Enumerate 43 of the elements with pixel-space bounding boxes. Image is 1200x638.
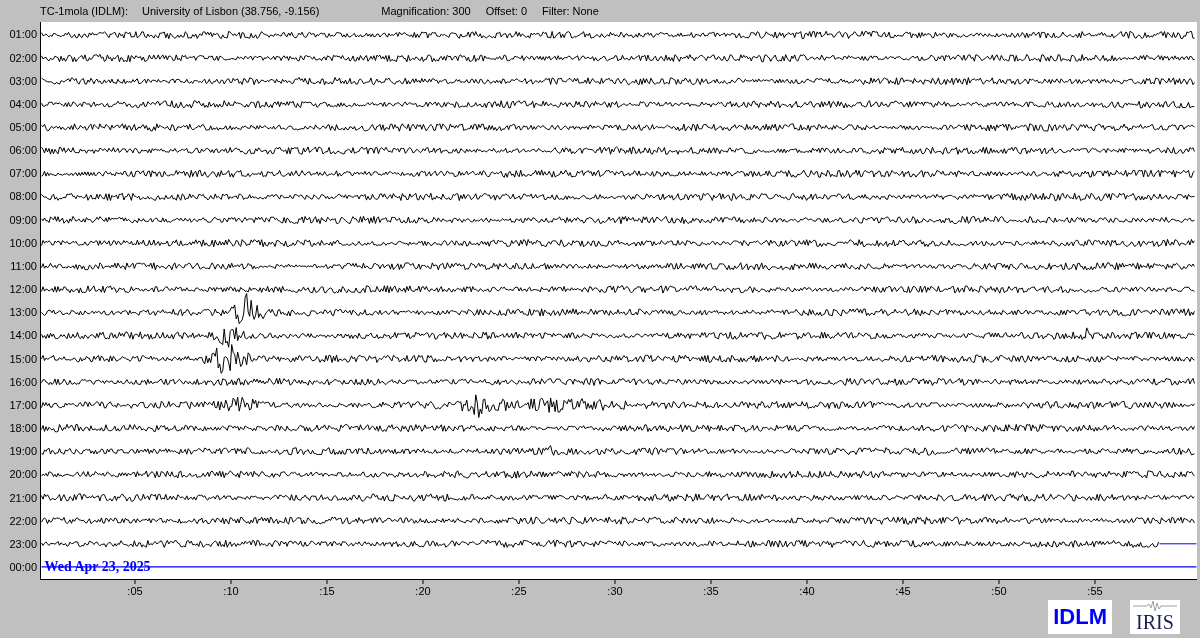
hour-label: 16:00 xyxy=(8,374,38,390)
iris-logo: IRIS xyxy=(1130,600,1180,634)
tick-label: :15 xyxy=(319,585,335,597)
station-label: TC-1mola (IDLM): xyxy=(40,5,128,17)
magnification-label: Magnification: 300 xyxy=(381,5,471,17)
hour-label: 11:00 xyxy=(9,258,38,274)
location-label: University of Lisbon (38.756, -9.156) xyxy=(142,5,320,17)
hour-label: 19:00 xyxy=(8,444,38,460)
hour-label: 12:00 xyxy=(8,282,38,298)
hour-label: 00:00 xyxy=(8,560,38,575)
offset-label: Offset: 0 xyxy=(485,5,527,17)
tick-label: :50 xyxy=(991,585,1007,597)
hour-label: 01:00 xyxy=(8,27,38,43)
tick-label: :40 xyxy=(799,585,815,597)
tick-label: :10 xyxy=(223,585,239,597)
hour-label: 13:00 xyxy=(8,305,38,321)
tick-label: :55 xyxy=(1087,585,1103,597)
hour-label: 20:00 xyxy=(8,467,38,483)
filter-label: Filter: None xyxy=(542,5,599,17)
hour-label: 02:00 xyxy=(8,50,38,66)
hour-label: 05:00 xyxy=(8,120,38,135)
hour-label: 23:00 xyxy=(8,536,38,552)
hour-label: 03:00 xyxy=(8,73,38,89)
tick-label: :05 xyxy=(127,585,143,597)
hour-label: 08:00 xyxy=(8,189,38,205)
hour-label: 15:00 xyxy=(8,351,38,367)
hour-label: 14:00 xyxy=(8,328,38,344)
hour-label: 07:00 xyxy=(8,166,38,182)
tick-label: :45 xyxy=(895,585,911,597)
tick-label: :30 xyxy=(607,585,623,597)
tick-label: :25 xyxy=(511,585,527,597)
hour-label: 04:00 xyxy=(8,96,38,112)
waveform-icon xyxy=(1133,600,1177,612)
hour-label: 22:00 xyxy=(8,513,38,529)
tick-label: :20 xyxy=(415,585,431,597)
idlm-logo: IDLM xyxy=(1048,600,1112,634)
tick-label: :35 xyxy=(703,585,719,597)
hour-label: 10:00 xyxy=(8,235,38,251)
hour-label: 21:00 xyxy=(8,490,38,506)
hour-label: 09:00 xyxy=(8,212,38,228)
hour-label: 17:00 xyxy=(8,397,38,413)
hour-label: 18:00 xyxy=(8,421,38,437)
hour-label: 06:00 xyxy=(8,143,38,159)
